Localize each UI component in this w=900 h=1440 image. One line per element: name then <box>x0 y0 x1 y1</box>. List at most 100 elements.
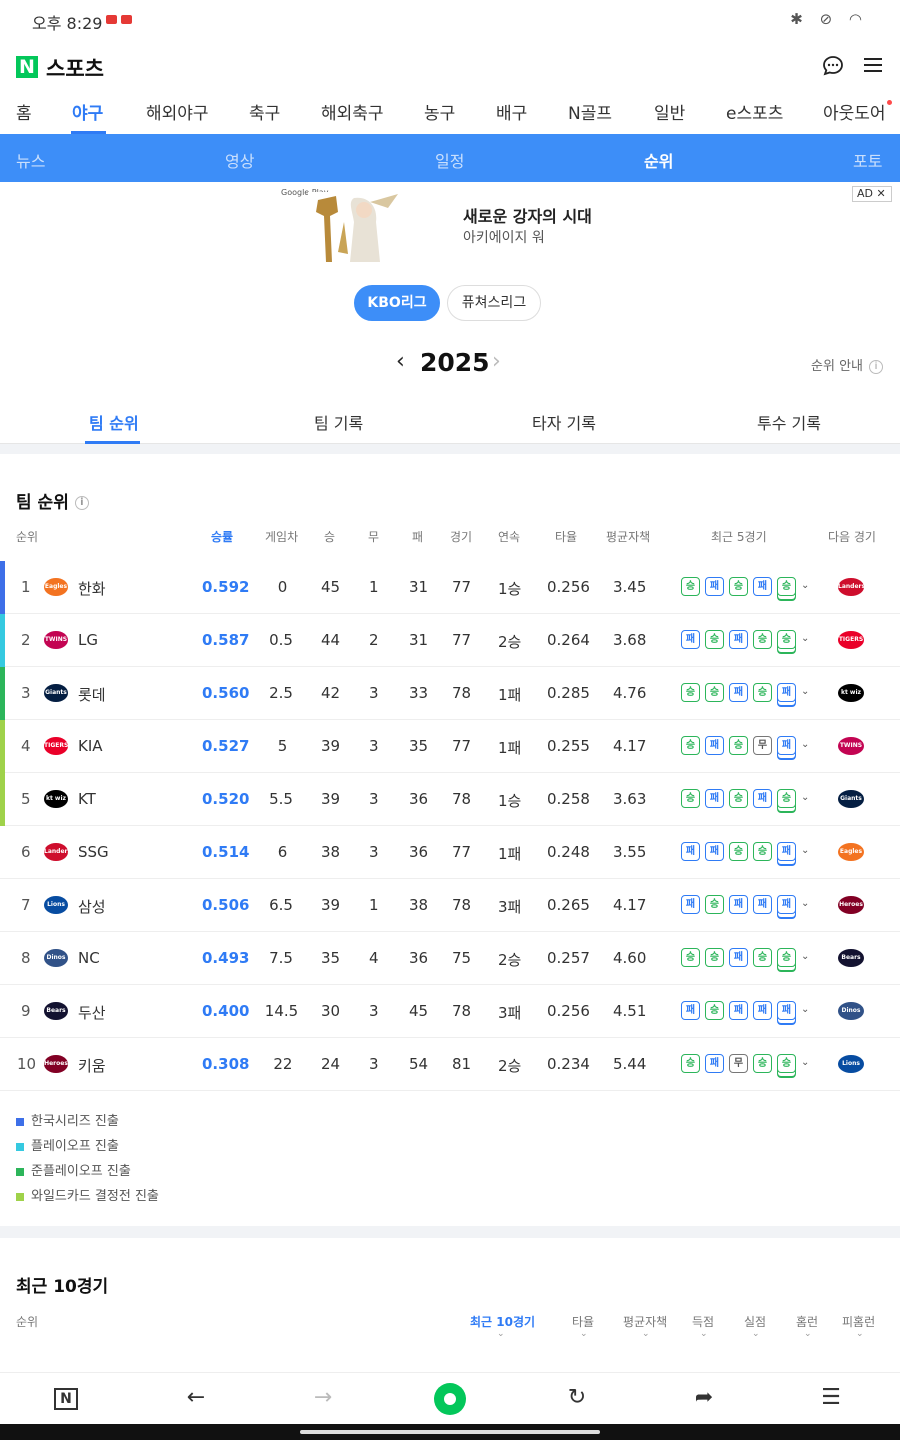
col-games[interactable]: 경기 <box>450 528 472 545</box>
next-opponent-logo-icon[interactable]: kt wiz <box>838 684 864 702</box>
next-opponent-logo-icon[interactable]: Heroes <box>838 896 864 914</box>
sort-icon[interactable]: ⌄ <box>642 1329 650 1339</box>
expand-chevron-icon[interactable]: ⌄ <box>801 686 809 697</box>
next-opponent-logo-icon[interactable]: Landers <box>838 578 865 596</box>
league-futures-button[interactable]: 퓨쳐스리그 <box>447 285 541 321</box>
col-batting-avg[interactable]: 타율 <box>555 528 577 545</box>
col-recent10[interactable]: 최근 10경기 <box>470 1313 535 1330</box>
next-opponent-logo-icon[interactable]: TWINS <box>838 737 864 755</box>
table-row[interactable]: 7 Lions 삼성 0.506 6.5 39 1 38 78 3패 0.265 4.17 패 승 패 패 패 ⌄… <box>0 879 900 932</box>
sort-icon[interactable]: ⌄ <box>497 1329 505 1339</box>
team-name[interactable]: NC <box>78 949 100 967</box>
table-row[interactable]: 4 TIGERS KIA 0.527 5 39 3 35 77 1패 0.255 4.17 승 패 승 무 패 ⌄… <box>0 720 900 773</box>
table-row[interactable]: 8 Dinos NC 0.493 7.5 35 4 36 75 2승 0.257 4.60 승 승 패 승 승 ⌄… <box>0 932 900 985</box>
table-row[interactable]: 6 Landers SSG 0.514 6 38 3 36 77 1패 0.248 3.55 패 패 승 승 패… <box>0 826 900 879</box>
naver-logo[interactable]: N <box>16 56 38 78</box>
page-title[interactable]: 스포츠 <box>46 53 104 83</box>
tab-esports[interactable]: e스포츠 <box>726 99 783 124</box>
subtab-schedule[interactable]: 일정 <box>435 148 464 172</box>
expand-chevron-icon[interactable]: ⌄ <box>801 845 809 856</box>
home-indicator[interactable] <box>300 1430 600 1434</box>
col-win-pct[interactable]: 승률 <box>211 528 233 545</box>
info-icon[interactable]: i <box>74 496 89 510</box>
tab-team-standings[interactable]: 팀 순위 <box>89 410 139 434</box>
col-homeruns-allowed[interactable]: 피홈런 <box>842 1313 875 1330</box>
expand-chevron-icon[interactable]: ⌄ <box>801 633 809 644</box>
league-kbo-button[interactable]: KBO리그 <box>354 285 440 321</box>
col-draws[interactable]: 무 <box>368 528 379 545</box>
table-row[interactable]: 3 Giants 롯데 0.560 2.5 42 3 33 78 1패 0.285 4.76 승 승 패 승 패… <box>0 667 900 720</box>
team-name[interactable]: KIA <box>78 737 103 755</box>
subtab-standings[interactable]: 순위 <box>644 148 673 172</box>
next-year-button[interactable]: › <box>492 349 501 374</box>
tab-home[interactable]: 홈 <box>16 99 32 124</box>
team-name[interactable]: 키움 <box>78 1055 106 1076</box>
tab-outdoor[interactable]: 아웃도어 <box>823 99 886 124</box>
tab-basketball[interactable]: 농구 <box>424 99 455 124</box>
sort-icon[interactable]: ⌄ <box>752 1329 760 1339</box>
team-name[interactable]: LG <box>78 631 98 649</box>
expand-chevron-icon[interactable]: ⌄ <box>801 580 809 591</box>
team-name[interactable]: 두산 <box>78 1002 106 1023</box>
col-era[interactable]: 평균자책 <box>623 1313 667 1330</box>
subtab-video[interactable]: 영상 <box>225 148 254 172</box>
table-row[interactable]: 10 Heroes 키움 0.308 22 24 3 54 81 2승 0.234 5.44 승 패 무 승 승… <box>0 1038 900 1091</box>
expand-chevron-icon[interactable]: ⌄ <box>801 792 809 803</box>
sort-icon[interactable]: ⌄ <box>804 1329 812 1339</box>
tab-general[interactable]: 일반 <box>654 99 685 124</box>
reload-button[interactable]: ↻ <box>562 1385 592 1410</box>
table-row[interactable]: 1 Eagles 한화 0.592 0 45 1 31 77 1승 0.256 3.45 승 패 승 패 승 ⌄ L… <box>0 561 900 614</box>
tab-team-records[interactable]: 팀 기록 <box>314 410 363 434</box>
tab-golf[interactable]: N골프 <box>568 99 612 124</box>
sort-icon[interactable]: ⌄ <box>856 1329 864 1339</box>
sort-icon[interactable]: ⌄ <box>700 1329 708 1339</box>
col-homeruns[interactable]: 홈런 <box>796 1313 818 1330</box>
chat-icon[interactable] <box>820 54 846 80</box>
share-button[interactable]: ➦ <box>689 1385 719 1410</box>
back-button[interactable]: ← <box>181 1385 211 1410</box>
expand-chevron-icon[interactable]: ⌄ <box>801 951 809 962</box>
tab-overseas-soccer[interactable]: 해외축구 <box>321 99 384 124</box>
col-batting-avg[interactable]: 타율 <box>572 1313 594 1330</box>
team-name[interactable]: 한화 <box>78 578 106 599</box>
col-runs-allowed[interactable]: 실점 <box>744 1313 766 1330</box>
subtab-news[interactable]: 뉴스 <box>16 148 45 172</box>
standings-guide-link[interactable]: 순위 안내 i <box>811 355 883 374</box>
expand-chevron-icon[interactable]: ⌄ <box>801 898 809 909</box>
col-games-behind[interactable]: 게임차 <box>265 528 298 545</box>
expand-chevron-icon[interactable]: ⌄ <box>801 739 809 750</box>
tab-baseball[interactable]: 야구 <box>72 99 103 124</box>
team-name[interactable]: KT <box>78 790 96 808</box>
expand-chevron-icon[interactable]: ⌄ <box>801 1057 809 1068</box>
naver-home-button[interactable]: N <box>54 1388 78 1410</box>
col-runs[interactable]: 득점 <box>692 1313 714 1330</box>
tab-overseas-baseball[interactable]: 해외야구 <box>146 99 209 124</box>
col-wins[interactable]: 승 <box>324 528 335 545</box>
next-opponent-logo-icon[interactable]: Giants <box>838 790 864 808</box>
col-losses[interactable]: 패 <box>412 528 423 545</box>
subtab-photo[interactable]: 포토 <box>853 148 882 172</box>
menu-icon[interactable] <box>860 54 886 80</box>
tab-pitcher-records[interactable]: 투수 기록 <box>757 410 821 434</box>
next-opponent-logo-icon[interactable]: Lions <box>838 1055 864 1073</box>
prev-year-button[interactable]: ‹ <box>396 349 405 374</box>
green-dot-button[interactable] <box>434 1383 466 1415</box>
ad-close-button[interactable]: AD ✕ <box>852 186 892 202</box>
team-name[interactable]: SSG <box>78 843 109 861</box>
next-opponent-logo-icon[interactable]: Bears <box>838 949 864 967</box>
next-opponent-logo-icon[interactable]: Dinos <box>838 1002 864 1020</box>
tab-volleyball[interactable]: 배구 <box>496 99 527 124</box>
ad-banner[interactable]: Google Play 새로운 강자의 시대 아키에이지 워 AD ✕ <box>0 182 900 272</box>
tab-soccer[interactable]: 축구 <box>249 99 280 124</box>
col-era[interactable]: 평균자책 <box>606 528 650 545</box>
forward-button[interactable]: → <box>308 1385 338 1410</box>
browser-menu-button[interactable]: ☰ <box>816 1385 846 1410</box>
expand-chevron-icon[interactable]: ⌄ <box>801 1004 809 1015</box>
col-streak[interactable]: 연속 <box>498 528 520 545</box>
next-opponent-logo-icon[interactable]: TIGERS <box>838 631 864 649</box>
next-opponent-logo-icon[interactable]: Eagles <box>838 843 864 861</box>
tab-batter-records[interactable]: 타자 기록 <box>532 410 596 434</box>
table-row[interactable]: 2 TWINS LG 0.587 0.5 44 2 31 77 2승 0.264 3.68 패 승 패 승 승 ⌄… <box>0 614 900 667</box>
team-name[interactable]: 롯데 <box>78 684 106 705</box>
table-row[interactable]: 9 Bears 두산 0.400 14.5 30 3 45 78 3패 0.256 4.51 패 승 패 패 패… <box>0 985 900 1038</box>
